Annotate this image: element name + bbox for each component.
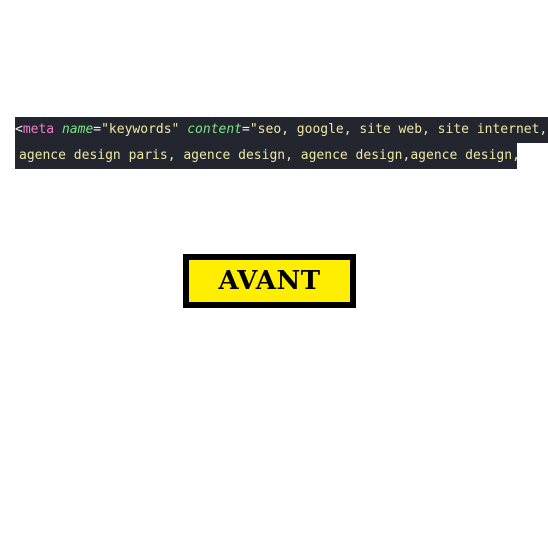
tag-open-bracket: < (15, 122, 23, 137)
attr-value-content: "seo, google, site web, site internet, a (249, 122, 548, 137)
attr-name-content: content (187, 122, 243, 137)
attr-equals-1: = (93, 122, 102, 137)
code-line-meta-tag: <meta name="keywords" content="seo, goog… (15, 117, 548, 143)
attr-name-name: name (61, 122, 94, 137)
keywords-text: agence design paris, agence design, agen… (19, 148, 517, 163)
code-line-keywords-continued: agence design paris, agence design, agen… (15, 143, 517, 169)
tag-name: meta (22, 122, 55, 137)
attr-value-keywords: "keywords" (101, 122, 180, 137)
attr-equals-2: = (242, 122, 250, 137)
avant-badge: AVANT (183, 254, 356, 308)
avant-label: AVANT (218, 266, 321, 296)
